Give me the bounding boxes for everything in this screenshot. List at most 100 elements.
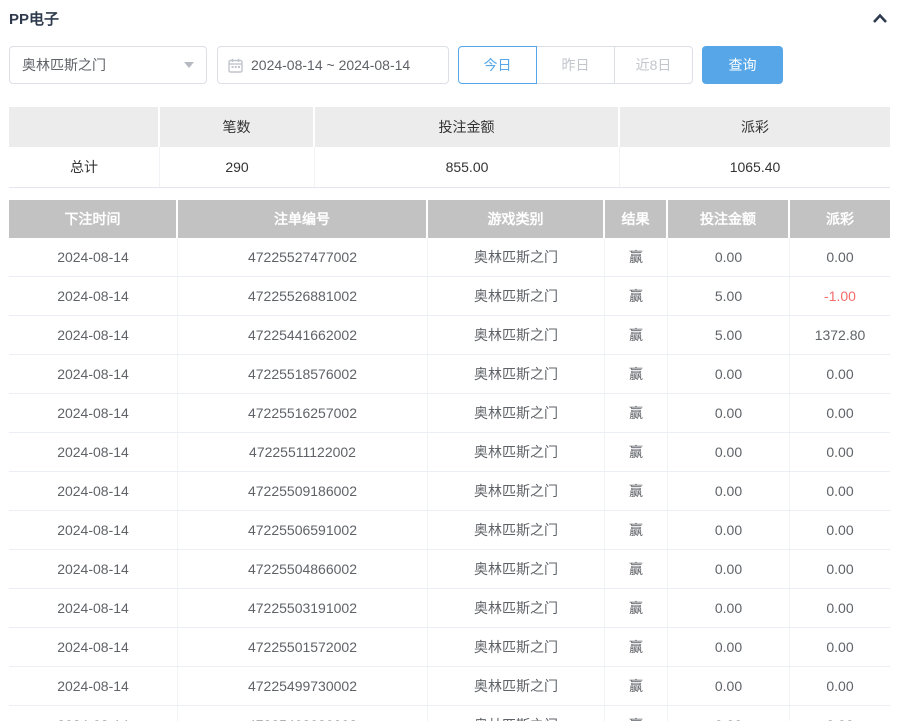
table-cell: 奥林匹斯之门	[428, 433, 605, 471]
table-cell: 赢	[605, 706, 668, 721]
table-cell: 47225511122002	[178, 433, 428, 471]
table-cell: 奥林匹斯之门	[428, 316, 605, 354]
table-cell: 0.00	[790, 628, 890, 666]
table-cell: 2024-08-14	[9, 394, 178, 432]
table-row: 2024-08-1447225441662002奥林匹斯之门赢5.001372.…	[9, 316, 890, 355]
table-cell: 0.00	[790, 355, 890, 393]
table-cell: 赢	[605, 589, 668, 627]
table-cell: 赢	[605, 394, 668, 432]
column-header: 派彩	[620, 107, 890, 147]
table-cell: 1372.80	[790, 316, 890, 354]
yesterday-button[interactable]: 昨日	[536, 46, 615, 84]
calendar-icon	[228, 58, 243, 73]
column-header: 注单编号	[178, 200, 428, 238]
table-cell: 奥林匹斯之门	[428, 589, 605, 627]
table-cell: 0.00	[790, 433, 890, 471]
table-row: 2024-08-1447225526881002奥林匹斯之门赢5.00-1.00	[9, 277, 890, 316]
table-cell: 0.00	[668, 433, 790, 471]
table-row: 2024-08-1447225506591002奥林匹斯之门赢0.000.00	[9, 511, 890, 550]
table-cell: 0.00	[668, 472, 790, 510]
table-cell: 赢	[605, 550, 668, 588]
bet-records-body: 2024-08-1447225527477002奥林匹斯之门赢0.000.002…	[9, 238, 890, 721]
column-header: 投注金额	[668, 200, 790, 238]
table-row: 2024-08-1447225511122002奥林匹斯之门赢0.000.00	[9, 433, 890, 472]
table-row: 2024-08-1447225518576002奥林匹斯之门赢0.000.00	[9, 355, 890, 394]
table-cell: 2024-08-14	[9, 706, 178, 721]
game-select-value: 奥林匹斯之门	[22, 55, 106, 75]
table-cell: 2024-08-14	[9, 433, 178, 471]
table-cell: 赢	[605, 238, 668, 276]
search-button[interactable]: 查询	[702, 46, 783, 84]
column-header: 投注金额	[315, 107, 620, 147]
table-cell: 47225441662002	[178, 316, 428, 354]
table-cell: 0.00	[668, 550, 790, 588]
summary-total-label: 总计	[9, 147, 160, 187]
table-cell: 47225527477002	[178, 238, 428, 276]
table-cell: 2024-08-14	[9, 277, 178, 315]
table-cell: 47225516257002	[178, 394, 428, 432]
quick-range-group: 今日 昨日 近8日	[458, 46, 693, 84]
table-cell: 2024-08-14	[9, 316, 178, 354]
game-select[interactable]: 奥林匹斯之门	[9, 46, 207, 84]
summary-bet-amount: 855.00	[315, 147, 620, 187]
table-row: 2024-08-1447225501572002奥林匹斯之门赢0.000.00	[9, 628, 890, 667]
table-row: 2024-08-1447225509186002奥林匹斯之门赢0.000.00	[9, 472, 890, 511]
column-header: 结果	[605, 200, 668, 238]
table-cell: 奥林匹斯之门	[428, 355, 605, 393]
bet-records-header: 下注时间注单编号游戏类别结果投注金额派彩	[9, 200, 890, 238]
table-cell: 2024-08-14	[9, 628, 178, 666]
caret-down-icon	[184, 62, 194, 68]
table-cell: 奥林匹斯之门	[428, 511, 605, 549]
table-cell: 奥林匹斯之门	[428, 628, 605, 666]
table-cell: 5.00	[668, 277, 790, 315]
table-cell: 赢	[605, 472, 668, 510]
table-row: 2024-08-1447225499730002奥林匹斯之门赢0.000.00	[9, 667, 890, 706]
table-cell: 赢	[605, 316, 668, 354]
table-cell: 奥林匹斯之门	[428, 394, 605, 432]
page-title: PP电子	[9, 8, 59, 29]
table-cell: 0.00	[668, 511, 790, 549]
column-header: 派彩	[790, 200, 890, 238]
table-cell: 2024-08-14	[9, 550, 178, 588]
table-cell: 0.00	[668, 355, 790, 393]
collapse-section-button[interactable]	[870, 10, 890, 26]
table-row: 2024-08-1447225516257002奥林匹斯之门赢0.000.00	[9, 394, 890, 433]
table-cell: 奥林匹斯之门	[428, 277, 605, 315]
today-button[interactable]: 今日	[458, 46, 537, 84]
summary-table-header: 笔数投注金额派彩	[9, 107, 890, 147]
table-row: 2024-08-1447225527477002奥林匹斯之门赢0.000.00	[9, 238, 890, 277]
table-cell: 0.00	[790, 667, 890, 705]
table-row: 2024-08-1447225503191002奥林匹斯之门赢0.000.00	[9, 589, 890, 628]
table-cell: 0.00	[790, 238, 890, 276]
table-cell: 赢	[605, 277, 668, 315]
table-cell: 0.00	[790, 472, 890, 510]
summary-count: 290	[160, 147, 315, 187]
table-cell: -1.00	[790, 277, 890, 315]
table-cell: 5.00	[668, 316, 790, 354]
page: PP电子 奥林匹斯之门 2024-08-14 ~ 2024-08-14	[0, 0, 899, 721]
table-cell: 0.00	[668, 706, 790, 721]
table-cell: 47225503191002	[178, 589, 428, 627]
table-cell: 赢	[605, 433, 668, 471]
table-cell: 47225509186002	[178, 472, 428, 510]
table-cell: 赢	[605, 511, 668, 549]
table-cell: 0.00	[790, 511, 890, 549]
date-range-input[interactable]: 2024-08-14 ~ 2024-08-14	[217, 46, 449, 84]
table-cell: 奥林匹斯之门	[428, 667, 605, 705]
bet-records-table: 下注时间注单编号游戏类别结果投注金额派彩 2024-08-14472255274…	[9, 200, 890, 721]
table-cell: 奥林匹斯之门	[428, 472, 605, 510]
table-row: 2024-08-1447225504866002奥林匹斯之门赢0.000.00	[9, 550, 890, 589]
table-cell: 47225501572002	[178, 628, 428, 666]
column-header	[9, 107, 160, 147]
table-cell: 0.00	[790, 394, 890, 432]
summary-total-row: 总计 290 855.00 1065.40	[9, 147, 890, 188]
column-header: 游戏类别	[428, 200, 605, 238]
date-range-value: 2024-08-14 ~ 2024-08-14	[251, 57, 410, 73]
table-cell: 赢	[605, 667, 668, 705]
table-cell: 47225499730002	[178, 667, 428, 705]
last-8-days-button[interactable]: 近8日	[614, 46, 693, 84]
column-header: 下注时间	[9, 200, 178, 238]
table-cell: 2024-08-14	[9, 511, 178, 549]
table-cell: 47225526881002	[178, 277, 428, 315]
table-cell: 47225504866002	[178, 550, 428, 588]
